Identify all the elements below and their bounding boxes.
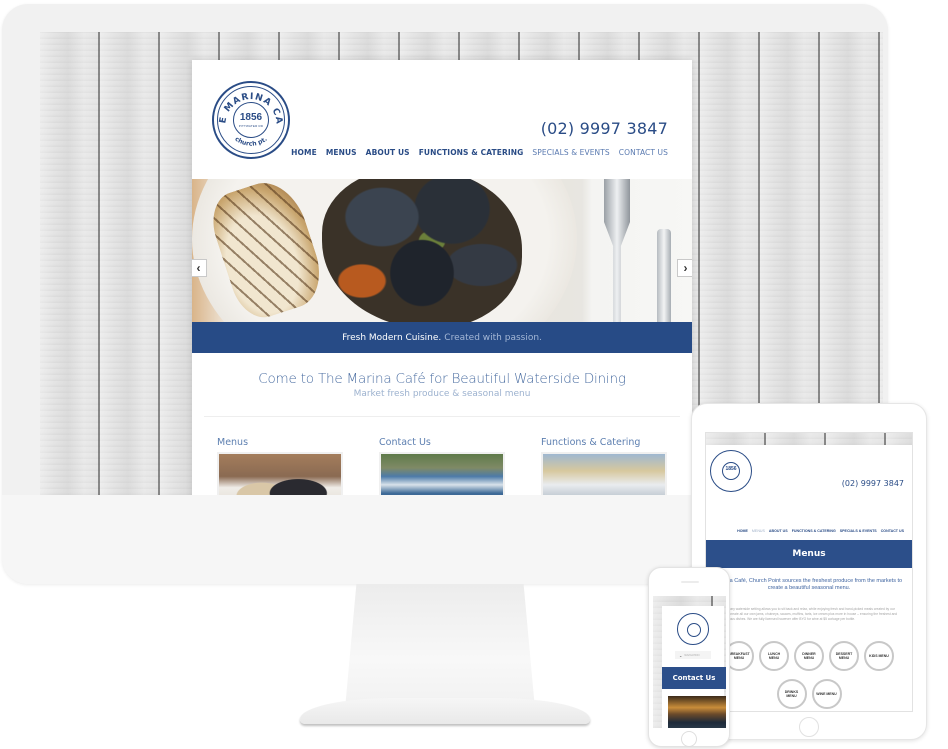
phone-nav-label: NAVIGATION	[684, 653, 700, 657]
tablet-nav-contact-us[interactable]: CONTACT US	[881, 529, 904, 533]
site-logo[interactable]: THE MARINA CAFE church pt. 1856 PITTWATE…	[212, 81, 290, 159]
nav-about-us[interactable]: ABOUT US	[366, 148, 410, 157]
intro-subtitle: Market fresh produce & seasonal menu	[353, 389, 531, 399]
feature-card-functions[interactable]: Functions & Catering	[541, 437, 667, 495]
lunch-menu-button[interactable]: LUNCH MENU	[759, 641, 789, 671]
chevron-right-icon: ›	[683, 261, 688, 275]
tagline-bold: Fresh Modern Cuisine.	[342, 332, 442, 343]
hero-image-fork	[604, 179, 630, 322]
phone-logo[interactable]	[677, 613, 709, 645]
logo-road: PITTWATER RD	[238, 123, 264, 128]
phone-contact-photo	[668, 696, 726, 728]
phone-speaker	[681, 581, 699, 583]
phone-page-title: Contact Us	[662, 667, 726, 689]
tagline-light: Created with passion.	[444, 332, 542, 343]
hero-image-knife	[657, 229, 671, 322]
tablet-logo[interactable]: 1856	[710, 450, 752, 492]
feature-title[interactable]: Menus	[217, 437, 343, 448]
intro-title: Come to The Marina Café for Beautiful Wa…	[258, 371, 626, 387]
tablet-body-text: Contemporary waterside setting allows yo…	[714, 607, 898, 621]
hero-image-mussels	[322, 179, 522, 322]
tablet-logo-year: 1856	[725, 466, 737, 472]
desktop-website: THE MARINA CAFE church pt. 1856 PITTWATE…	[192, 60, 692, 495]
tablet-nav-menus[interactable]: MENUS	[752, 529, 765, 533]
hero-slider: ‹ ›	[192, 179, 692, 322]
feature-title[interactable]: Contact Us	[379, 437, 505, 448]
phone-screen: ⌄ NAVIGATION Contact Us	[653, 596, 726, 728]
feature-title[interactable]: Functions & Catering	[541, 437, 667, 448]
main-nav: HOME MENUS ABOUT US FUNCTIONS & CATERING…	[291, 148, 668, 157]
tablet-page-title: Menus	[706, 540, 912, 568]
dinner-menu-button[interactable]: DINNER MENU	[794, 641, 824, 671]
phone-page: ⌄ NAVIGATION Contact Us	[662, 606, 726, 728]
monitor-stand	[345, 584, 535, 709]
logo-year: 1856	[239, 111, 263, 123]
phone-device: ⌄ NAVIGATION Contact Us	[648, 567, 730, 747]
nav-menus[interactable]: MENUS	[326, 148, 357, 157]
tablet-nav-specials-events[interactable]: SPECIALS & EVENTS	[840, 529, 877, 533]
dessert-menu-button[interactable]: DESSERT MENU	[829, 641, 859, 671]
intro-section: Come to The Marina Café for Beautiful Wa…	[192, 353, 692, 399]
tablet-nav: HOME MENUS ABOUT US FUNCTIONS & CATERING…	[737, 529, 904, 533]
tablet-nav-functions-catering[interactable]: FUNCTIONS & CATERING	[792, 529, 836, 533]
header-phone-number[interactable]: (02) 9997 3847	[541, 119, 668, 138]
nav-functions-catering[interactable]: FUNCTIONS & CATERING	[419, 148, 524, 157]
tablet-nav-about-us[interactable]: ABOUT US	[769, 529, 788, 533]
feature-image-contact[interactable]	[379, 452, 505, 495]
feature-image-menus[interactable]	[217, 452, 343, 495]
kids-menu-button[interactable]: KIDS MENU	[864, 641, 894, 671]
nav-home[interactable]: HOME	[291, 148, 317, 157]
monitor-base	[300, 698, 590, 724]
phone-navigation-toggle[interactable]: ⌄ NAVIGATION	[675, 651, 711, 659]
chevron-left-icon: ‹	[196, 261, 201, 275]
slider-prev-button[interactable]: ‹	[192, 259, 207, 277]
tablet-home-button[interactable]	[799, 717, 819, 737]
tablet-intro-text: Marina Café, Church Point sources the fr…	[715, 578, 903, 591]
tablet-screen: 1856 (02) 9997 3847 HOME MENUS ABOUT US …	[705, 432, 913, 712]
feature-card-contact[interactable]: Contact Us	[379, 437, 505, 495]
tablet-phone-number[interactable]: (02) 9997 3847	[842, 479, 904, 488]
phone-home-button[interactable]	[681, 731, 697, 747]
nav-specials-events[interactable]: SPECIALS & EVENTS	[532, 148, 609, 157]
slider-next-button[interactable]: ›	[677, 259, 692, 277]
drinks-menu-button[interactable]: DRINKS MENU	[776, 679, 807, 709]
chevron-down-icon: ⌄	[679, 652, 683, 658]
feature-image-functions[interactable]	[541, 452, 667, 495]
nav-contact-us[interactable]: CONTACT US	[619, 148, 668, 157]
feature-card-menus[interactable]: Menus	[217, 437, 343, 495]
tagline-bar: Fresh Modern Cuisine. Created with passi…	[192, 322, 692, 353]
feature-cards: Menus Contact Us Functions & Catering	[192, 417, 692, 495]
tablet-menu-buttons: BREAKFAST MENU LUNCH MENU DINNER MENU DE…	[706, 641, 912, 709]
wine-menu-button[interactable]: WINE MENU	[811, 679, 842, 709]
site-header: THE MARINA CAFE church pt. 1856 PITTWATE…	[192, 60, 692, 179]
logo-inner-circle: 1856 PITTWATER RD	[233, 102, 269, 138]
tablet-wood-header	[706, 433, 912, 445]
tablet-nav-home[interactable]: HOME	[737, 529, 748, 533]
